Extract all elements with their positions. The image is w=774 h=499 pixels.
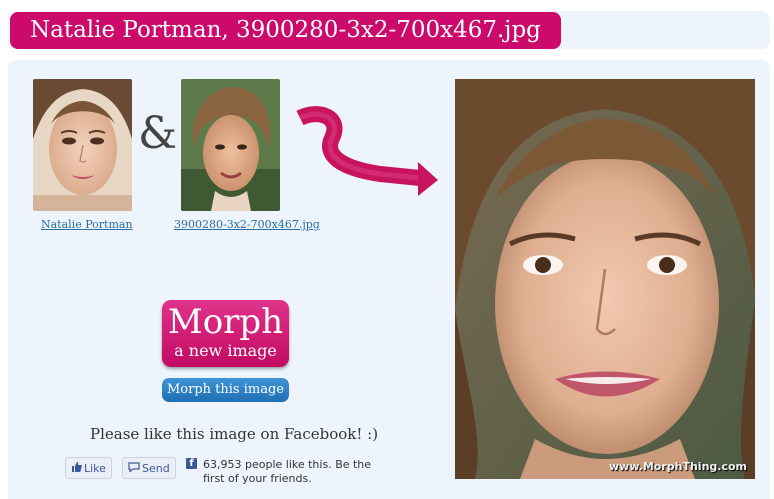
second-face-thumbnail[interactable] <box>181 79 280 211</box>
send-label: Send <box>142 462 170 475</box>
first-face-thumbnail[interactable] <box>33 79 132 211</box>
morph-button-title: Morph <box>167 302 284 342</box>
morph-result-image: www.MorphThing.com <box>455 79 755 479</box>
facebook-like-button[interactable]: Like <box>65 457 112 479</box>
watermark-text: www.MorphThing.com <box>608 460 747 473</box>
morph-new-image-button[interactable]: Morph a new image <box>162 300 289 367</box>
facebook-logo-icon: f <box>186 458 197 469</box>
speech-bubble-icon <box>128 458 140 480</box>
morph-button-subtitle: a new image <box>174 341 277 360</box>
second-face-link[interactable]: 3900280-3x2-700x467.jpg <box>174 218 320 231</box>
first-face-link[interactable]: Natalie Portman <box>41 218 133 231</box>
morph-this-image-button[interactable]: Morph this image <box>162 378 289 402</box>
like-label: Like <box>84 462 106 475</box>
ampersand: & <box>138 108 178 159</box>
curved-arrow-icon <box>296 106 438 196</box>
facebook-prompt: Please like this image on Facebook! :) <box>90 425 379 443</box>
thumbs-up-icon <box>71 458 82 480</box>
facebook-send-button[interactable]: Send <box>122 457 176 479</box>
page-title: Natalie Portman, 3900280-3x2-700x467.jpg <box>10 12 561 49</box>
facebook-like-count: 63,953 people like this. Be the first of… <box>203 458 372 485</box>
